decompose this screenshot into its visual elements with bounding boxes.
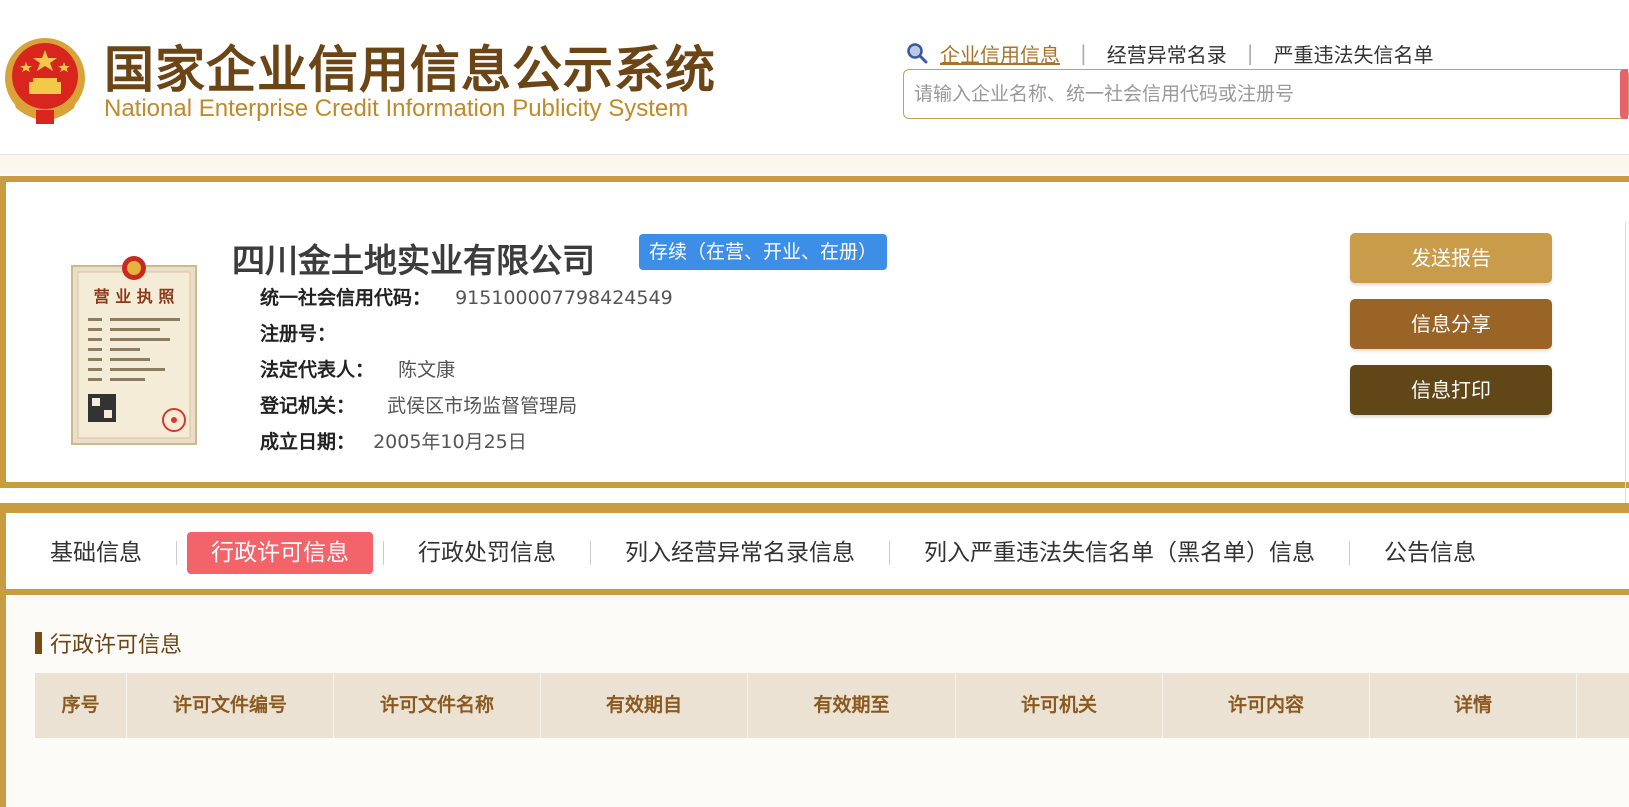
tab-abnormal-list[interactable]: 列入经营异常名录信息 (601, 532, 879, 574)
info-value: 武侯区市场监督管理局 (387, 395, 578, 417)
tab-admin-license[interactable]: 行政许可信息 (187, 532, 373, 574)
info-label: 注册号： (260, 323, 337, 345)
search-box (903, 69, 1629, 119)
send-report-button[interactable]: 发送报告 (1350, 233, 1552, 283)
search-button[interactable] (1620, 69, 1628, 119)
company-name: 四川金土地实业有限公司 (232, 241, 595, 280)
tab-basic-info[interactable]: 基础信息 (26, 532, 166, 574)
top-nav: 企业信用信息 | 经营异常名录 | 严重违法失信名单 (906, 38, 1434, 68)
license-title: 营 业 执 照 (94, 287, 175, 306)
section-title: 行政许可信息 (35, 627, 182, 659)
info-label: 登记机关： (260, 395, 356, 417)
column-header: 许可文件名称 (334, 673, 541, 738)
info-row-legal-rep: 法定代表人： 陈文康 (260, 352, 673, 388)
nav-link-abnormal-list[interactable]: 经营异常名录 (1107, 39, 1227, 68)
site-title-en: National Enterprise Credit Information P… (104, 95, 689, 122)
share-info-button[interactable]: 信息分享 (1350, 299, 1552, 349)
info-value: 陈文康 (398, 359, 456, 381)
column-header: 详情 (1370, 673, 1577, 738)
tab-list: 基础信息 行政许可信息 行政处罚信息 列入经营异常名录信息 列入严重违法失信名单… (26, 531, 1500, 575)
column-header: 有效期至 (748, 673, 956, 738)
info-value: 2005年10月25日 (373, 431, 527, 453)
search-input[interactable] (904, 70, 1564, 118)
national-emblem-icon (5, 38, 85, 124)
info-row-reg-no: 注册号： (260, 316, 673, 352)
header-band (0, 155, 1629, 175)
license-section: 行政许可信息 序号 许可文件编号 许可文件名称 有效期自 有效期至 许可机关 许… (0, 595, 1629, 807)
site-header: 国家企业信用信息公示系统 National Enterprise Credit … (0, 0, 1629, 155)
search-icon (907, 43, 928, 64)
column-header: 有效期自 (541, 673, 748, 738)
table-header: 序号 许可文件编号 许可文件名称 有效期自 有效期至 许可机关 许可内容 详情 (35, 673, 1629, 738)
info-row-est-date: 成立日期： 2005年10月25日 (260, 424, 673, 460)
column-header: 序号 (35, 673, 127, 738)
nav-link-credit-info[interactable]: 企业信用信息 (940, 39, 1060, 68)
info-label: 统一社会信用代码： (260, 287, 432, 309)
tab-blacklist[interactable]: 列入严重违法失信名单（黑名单）信息 (900, 532, 1339, 574)
section-marker (35, 632, 42, 654)
business-license-image[interactable]: 营 业 执 照 (66, 254, 200, 446)
company-info: 统一社会信用代码： 915100007798424549 注册号： 法定代表人：… (260, 280, 673, 460)
tab-separator (176, 541, 177, 565)
tab-separator (590, 541, 591, 565)
info-label: 成立日期： (260, 431, 356, 453)
info-label: 法定代表人： (260, 359, 375, 381)
status-badge: 存续（在营、开业、在册） (639, 234, 888, 270)
nav-separator: | (1246, 41, 1254, 65)
info-tabs: 基础信息 行政许可信息 行政处罚信息 列入经营异常名录信息 列入严重违法失信名单… (0, 503, 1629, 595)
tab-separator (889, 541, 890, 565)
print-info-button[interactable]: 信息打印 (1350, 365, 1552, 415)
info-row-credit-code: 统一社会信用代码： 915100007798424549 (260, 280, 673, 316)
column-header: 许可内容 (1163, 673, 1370, 738)
tab-separator (383, 541, 384, 565)
tab-admin-penalty[interactable]: 行政处罚信息 (394, 532, 580, 574)
column-header: 许可机关 (956, 673, 1163, 738)
section-title-text: 行政许可信息 (50, 633, 183, 658)
site-title-cn: 国家企业信用信息公示系统 (104, 41, 716, 99)
tab-announcements[interactable]: 公告信息 (1360, 532, 1500, 574)
tab-separator (1349, 541, 1350, 565)
column-header: 许可文件编号 (127, 673, 334, 738)
info-row-authority: 登记机关： 武侯区市场监督管理局 (260, 388, 673, 424)
company-card: 营 业 执 照 四川金土地实业有限公司 存续（在营、开业、在册） 统一社会信用代… (0, 176, 1629, 662)
action-buttons: 发送报告 信息分享 信息打印 (1350, 233, 1552, 431)
nav-separator: | (1080, 41, 1087, 65)
info-value: 915100007798424549 (455, 287, 673, 309)
nav-link-blacklist[interactable]: 严重违法失信名单 (1274, 39, 1434, 68)
